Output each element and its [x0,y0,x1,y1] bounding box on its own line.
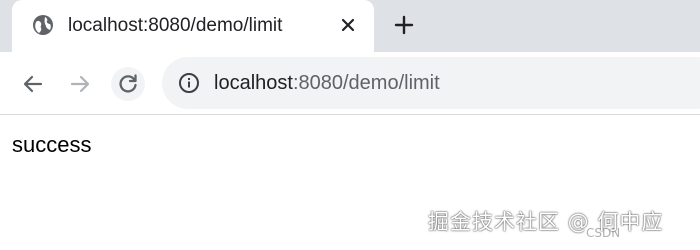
url-text[interactable]: localhost:8080/demo/limit [214,71,440,95]
info-icon[interactable] [178,72,200,94]
address-bar[interactable]: localhost:8080/demo/limit [162,57,700,109]
watermark: 掘金技术社区 @ 何中应 [428,210,664,234]
reload-icon [119,74,137,93]
active-tab[interactable]: localhost:8080/demo/limit [12,0,374,52]
arrow-right-icon [70,75,90,93]
reload-button[interactable] [111,67,145,101]
url-path: :8080/demo/limit [292,72,440,94]
response-text: success [12,132,92,157]
plus-icon[interactable] [392,13,416,37]
arrow-left-icon [23,75,43,93]
browser-toolbar: localhost:8080/demo/limit [0,52,700,115]
back-button[interactable] [16,67,50,101]
globe-icon [32,14,54,36]
close-icon[interactable] [338,15,358,35]
tab-strip: localhost:8080/demo/limit [0,0,700,52]
url-host: localhost [214,72,293,94]
tab-title: localhost:8080/demo/limit [68,15,283,36]
forward-button[interactable] [63,67,97,101]
